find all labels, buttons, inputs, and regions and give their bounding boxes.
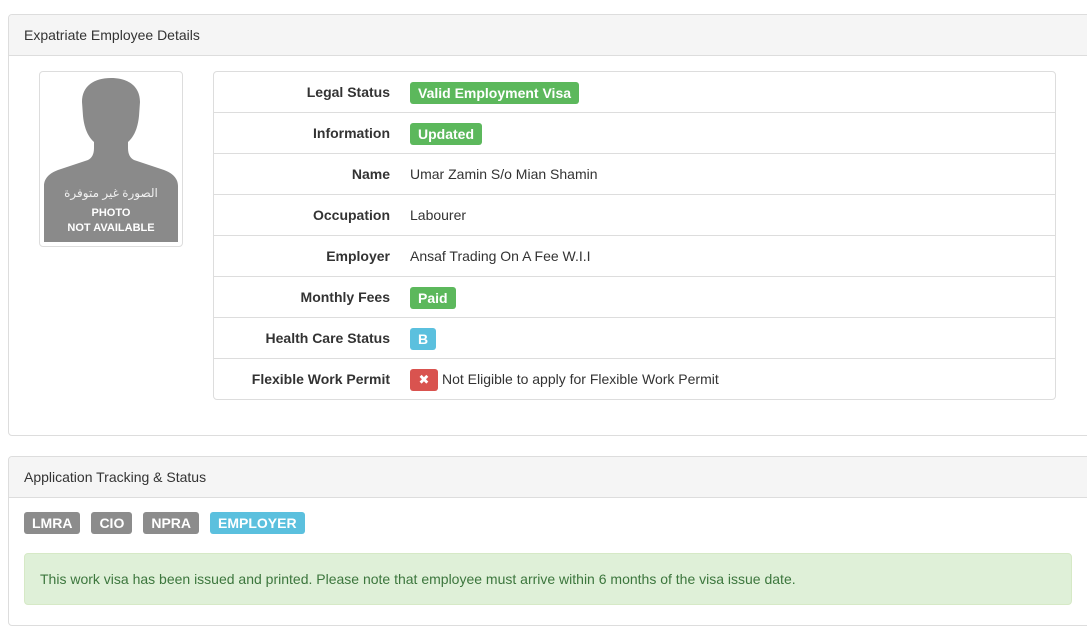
photo-placeholder: الصورة غير متوفرة PHOTO NOT AVAILABLE [44,76,178,242]
employee-details-table: Legal Status Valid Employment Visa Infor… [213,71,1056,400]
row-employer: Employer Ansaf Trading On A Fee W.I.I [214,235,1055,276]
application-tracking-panel: Application Tracking & Status LMRA CIO NPR… [8,456,1087,626]
name-value: Umar Zamin S/o Mian Shamin [410,166,598,182]
employee-details-panel: Expatriate Employee Details الصورة غير م… [8,14,1087,436]
monthly-fees-badge: Paid [410,287,456,310]
application-tracking-title: Application Tracking & Status [9,457,1087,498]
row-health-care-status: Health Care Status B [214,317,1055,358]
employer-value: Ansaf Trading On A Fee W.I.I [410,248,591,264]
row-flexible-work-permit: Flexible Work Permit ✖ Not Eligible to ap… [214,358,1055,399]
close-icon: ✖ [410,369,438,392]
row-information: Information Updated [214,112,1055,153]
legal-status-label: Legal Status [306,84,390,100]
visa-status-alert: This work visa has been issued and print… [24,553,1072,605]
health-care-status-badge: B [410,328,437,351]
stage-employer-badge: EMPLOYER [210,512,305,534]
photo-arabic-text: الصورة غير متوفرة [64,186,158,200]
row-occupation: Occupation Labourer [214,194,1055,235]
photo-line1: PHOTO [91,207,131,219]
tracking-stages: LMRA CIO NPRA EMPLOYER [24,512,316,534]
monthly-fees-label: Monthly Fees [300,289,390,305]
stage-cio-badge: CIO [91,512,133,534]
name-label: Name [351,166,390,182]
row-legal-status: Legal Status Valid Employment Visa [214,72,1055,112]
legal-status-badge: Valid Employment Visa [410,82,580,105]
employee-photo: الصورة غير متوفرة PHOTO NOT AVAILABLE [39,71,183,247]
occupation-label: Occupation [312,207,390,223]
flexible-work-permit-value: Not Eligible to apply for Flexible Work … [442,371,719,387]
employee-details-title: Expatriate Employee Details [9,15,1087,56]
row-monthly-fees: Monthly Fees Paid [214,276,1055,317]
information-badge: Updated [410,123,482,146]
flexible-work-permit-label: Flexible Work Permit [251,371,390,387]
photo-line2: NOT AVAILABLE [67,222,155,234]
health-care-status-label: Health Care Status [265,330,390,346]
information-label: Information [313,125,390,141]
row-name: Name Umar Zamin S/o Mian Shamin [214,153,1055,194]
stage-lmra-badge: LMRA [24,512,81,534]
employer-label: Employer [326,248,390,264]
stage-npra-badge: NPRA [143,512,199,534]
occupation-value: Labourer [410,207,467,223]
